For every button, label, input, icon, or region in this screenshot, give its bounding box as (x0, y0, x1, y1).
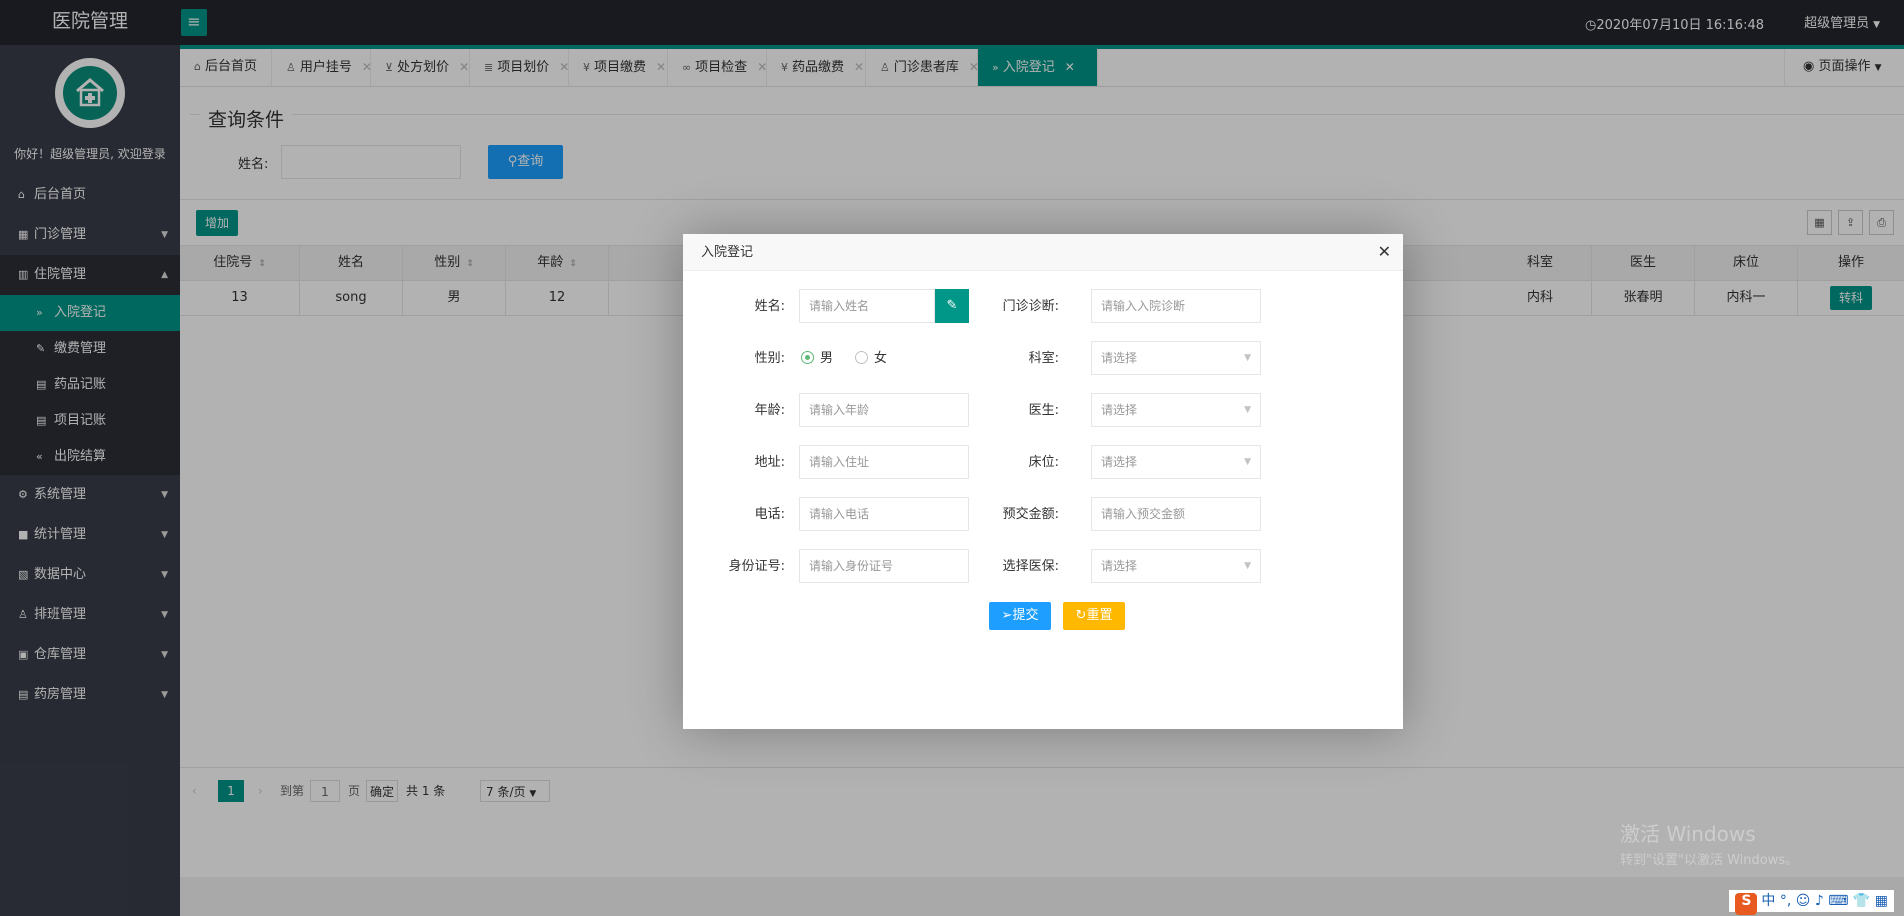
reset-label: 重置 (1086, 608, 1113, 623)
phone-input[interactable]: 请输入电话 (799, 497, 969, 531)
name-input[interactable]: 请输入姓名 (799, 289, 935, 323)
windows-watermark: 激活 Windows 转到"设置"以激活 Windows。 (1620, 818, 1798, 868)
bed-select[interactable]: 请选择 ▼ (1091, 445, 1261, 479)
insurance-label: 选择医保: (1002, 559, 1059, 574)
skin-icon[interactable]: 👕 (1853, 893, 1870, 909)
watermark-title: 激活 Windows (1620, 822, 1756, 846)
deposit-label: 预交金额: (1002, 507, 1059, 522)
phone-label: 电话: (754, 507, 785, 522)
submit-label: 提交 (1012, 608, 1039, 623)
age-label: 年龄: (754, 403, 785, 418)
diagnosis-input[interactable]: 请输入入院诊断 (1091, 289, 1261, 323)
close-icon[interactable]: ✕ (1378, 244, 1391, 260)
idcard-label: 身份证号: (728, 559, 785, 574)
note-icon[interactable]: ✎ (935, 289, 969, 323)
punctuation-icon[interactable]: °, (1780, 893, 1791, 909)
admission-modal: 入院登记 ✕ 姓名: 请输入姓名 ✎ 门诊诊断: 请输入入院诊断 性别: 男 女… (683, 234, 1403, 729)
reset-button[interactable]: ↻重置 (1063, 602, 1125, 630)
idcard-input[interactable]: 请输入身份证号 (799, 549, 969, 583)
diagnosis-label: 门诊诊断: (1002, 299, 1059, 314)
dept-label: 科室: (1028, 351, 1059, 366)
modal-title: 入院登记 (683, 234, 1403, 271)
ime-mode[interactable]: 中 (1761, 893, 1775, 909)
mic-icon[interactable]: ♪ (1815, 893, 1824, 909)
sogou-icon[interactable]: S (1735, 893, 1758, 915)
gender-female-radio[interactable]: 女 (855, 341, 887, 377)
send-icon: ➢ (1001, 608, 1013, 623)
bed-label: 床位: (1028, 455, 1059, 470)
insurance-select[interactable]: 请选择 ▼ (1091, 549, 1261, 583)
gender-label: 性别: (754, 351, 785, 366)
address-label: 地址: (754, 455, 785, 470)
gender-male-radio[interactable]: 男 (801, 341, 833, 377)
age-input[interactable]: 请输入年龄 (799, 393, 969, 427)
doctor-label: 医生: (1028, 403, 1059, 418)
address-input[interactable]: 请输入住址 (799, 445, 969, 479)
keyboard-icon[interactable]: ⌨ (1828, 893, 1848, 909)
submit-button[interactable]: ➢提交 (989, 602, 1051, 630)
deposit-input[interactable]: 请输入预交金额 (1091, 497, 1261, 531)
emoji-icon[interactable]: ☺ (1796, 893, 1811, 909)
dept-select[interactable]: 请选择 ▼ (1091, 341, 1261, 375)
caret-down-icon: ▼ (1244, 561, 1251, 571)
caret-down-icon: ▼ (1244, 353, 1251, 363)
toolbox-icon[interactable]: ▦ (1875, 893, 1888, 909)
radio-unchecked-icon (855, 351, 868, 364)
doctor-select[interactable]: 请选择 ▼ (1091, 393, 1261, 427)
caret-down-icon: ▼ (1244, 457, 1251, 467)
watermark-subtitle: 转到"设置"以激活 Windows。 (1620, 853, 1799, 868)
name-label: 姓名: (754, 299, 785, 314)
caret-down-icon: ▼ (1244, 405, 1251, 415)
ime-toolbar: S中 °, ☺ ♪ ⌨ 👕 ▦ (1729, 890, 1894, 915)
radio-checked-icon (801, 351, 814, 364)
refresh-icon: ↻ (1075, 608, 1087, 623)
